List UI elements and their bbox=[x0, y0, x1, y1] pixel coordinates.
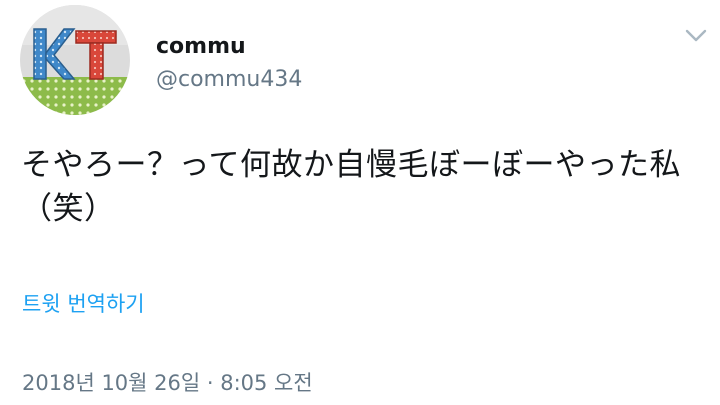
display-name[interactable]: commu bbox=[156, 33, 246, 61]
translate-tweet-link[interactable]: 트윗 번역하기 bbox=[22, 290, 145, 318]
chevron-down-icon[interactable] bbox=[682, 24, 710, 46]
tweet-timestamp: 2018년 10월 26일 · 8:05 오전 bbox=[22, 371, 313, 395]
avatar-image bbox=[20, 5, 130, 115]
avatar[interactable] bbox=[20, 5, 130, 115]
tweet-card: commu @commu434 そやろー？って何故か自慢毛ぼーぼーやった私（笑）… bbox=[0, 0, 720, 405]
user-handle[interactable]: @commu434 bbox=[156, 66, 302, 94]
tweet-text: そやろー？って何故か自慢毛ぼーぼーやった私（笑） bbox=[21, 147, 681, 227]
